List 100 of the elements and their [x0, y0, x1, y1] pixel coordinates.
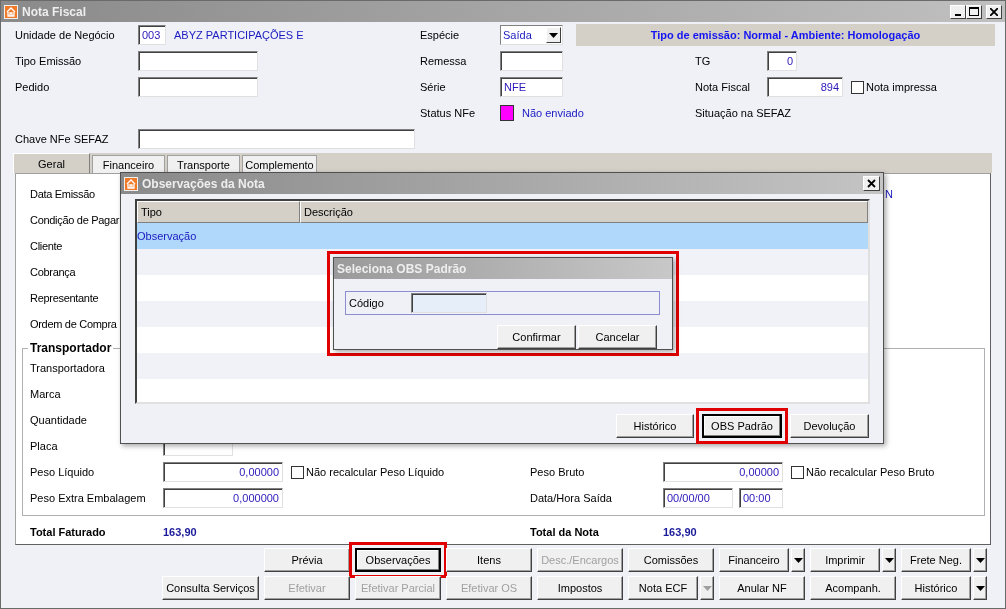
close-icon	[867, 179, 876, 188]
input-field[interactable]: 0,00000	[163, 462, 283, 482]
field-label: Condição de Pagar	[30, 214, 120, 226]
button[interactable]: OBS Padrão	[702, 414, 782, 438]
input-field[interactable]: 0	[767, 51, 797, 71]
input-field[interactable]: 00/00/00	[663, 488, 733, 508]
checkbox[interactable]	[791, 465, 804, 479]
button[interactable]: Frete Neg.	[901, 548, 971, 572]
input-field[interactable]	[411, 293, 487, 313]
input-field[interactable]: 00:00	[739, 488, 783, 508]
input-field[interactable]: 0,00000	[663, 462, 783, 482]
field-label: Peso Extra Embalagem	[30, 492, 146, 504]
group-title: Transportador	[29, 341, 113, 355]
close-button[interactable]	[986, 4, 1002, 19]
input-field[interactable]	[138, 77, 258, 97]
checkbox-label: Não recalcular Peso Líquido	[306, 466, 445, 478]
dropdown-button[interactable]	[791, 548, 805, 572]
field-label: Peso Bruto	[530, 466, 585, 478]
field-label: Placa	[30, 440, 58, 452]
field-label: Cliente	[30, 240, 63, 252]
field-label: Ordem de Compra	[30, 318, 117, 330]
minimize-icon	[955, 13, 961, 16]
caret-icon	[549, 32, 558, 38]
minimize-button[interactable]	[950, 4, 966, 19]
input-field[interactable]: NFE	[500, 77, 563, 97]
field-label: Data/Hora Saída	[530, 492, 612, 504]
tab[interactable]: Transporte	[167, 155, 240, 173]
input-field[interactable]: 894	[767, 77, 843, 97]
checkbox[interactable]	[291, 465, 304, 479]
status-value: Não enviado	[522, 107, 584, 119]
environment-banner: Tipo de emissão: Normal - Ambiente: Homologação	[576, 24, 995, 46]
input-field[interactable]: 0,000000	[163, 488, 283, 508]
dropdown-button[interactable]	[973, 548, 987, 572]
close-button[interactable]	[863, 176, 880, 191]
dropdown-button[interactable]	[973, 576, 987, 600]
field-value: N	[885, 188, 894, 200]
dialog-title: Seleciona OBS Padrão	[337, 261, 467, 276]
checkbox-label: Não recalcular Peso Bruto	[806, 466, 935, 478]
total-label: Total Faturado	[30, 526, 106, 538]
button[interactable]: Itens	[446, 548, 532, 572]
code-field[interactable]: 003	[138, 25, 166, 45]
especie-select[interactable]: Saída	[500, 25, 563, 45]
button[interactable]: Devolução	[790, 414, 869, 438]
app-icon	[124, 176, 138, 191]
field-label: Espécie	[420, 29, 460, 41]
button[interactable]: Prévia	[264, 548, 350, 572]
field-label: Pedido	[15, 81, 50, 93]
checkbox-label: Nota impressa	[866, 81, 937, 93]
close-icon	[990, 7, 998, 16]
table-row[interactable]: Observação	[137, 223, 868, 249]
field-label: Status NFe	[420, 107, 476, 119]
button[interactable]: Consulta Serviços	[162, 576, 259, 600]
button[interactable]: Anular NF	[719, 576, 805, 600]
button[interactable]: Histórico	[616, 414, 694, 438]
input-field[interactable]	[138, 51, 258, 71]
caret-icon	[793, 557, 803, 563]
field-label: Unidade de Negócio	[15, 29, 115, 41]
button[interactable]: Impostos	[537, 576, 623, 600]
checkbox[interactable]	[851, 80, 864, 94]
field-label: TG	[695, 55, 711, 67]
button[interactable]: Observações	[355, 548, 441, 572]
input-field[interactable]	[500, 51, 563, 71]
maximize-button[interactable]	[966, 4, 982, 19]
table-cell: Observação	[137, 230, 197, 242]
field-label: Cobrança	[30, 266, 76, 278]
total-value: 163,90	[163, 526, 198, 538]
field-label: Marca	[30, 388, 61, 400]
button[interactable]: Acompanh.	[810, 576, 896, 600]
button[interactable]: Confirmar	[497, 325, 576, 349]
button[interactable]: Imprimir	[810, 548, 880, 572]
field-label: Transportadora	[30, 362, 105, 374]
field-label: Remessa	[420, 55, 467, 67]
tab[interactable]: Geral	[13, 153, 90, 173]
caret-icon	[975, 557, 985, 563]
field-label: Representante	[30, 292, 99, 304]
button[interactable]: Financeiro	[719, 548, 789, 572]
total-label: Total da Nota	[530, 526, 599, 538]
tab[interactable]: Complemento	[242, 155, 317, 173]
caret-icon	[702, 585, 712, 591]
field-label: Série	[420, 81, 446, 93]
button[interactable]: Histórico	[901, 576, 971, 600]
field-label: Data Emissão	[30, 188, 95, 200]
button[interactable]: Cancelar	[578, 325, 657, 349]
maximize-icon	[969, 7, 979, 16]
tab[interactable]: Financeiro	[92, 155, 165, 173]
input-field[interactable]	[138, 129, 415, 149]
window-title: Nota Fiscal	[22, 4, 87, 19]
dialog-title: Observações da Nota	[142, 176, 266, 191]
field-label: Chave NFe SEFAZ	[15, 133, 109, 145]
field-label: Código	[349, 297, 385, 309]
column-header: Descrição	[300, 201, 868, 223]
total-value: 163,90	[663, 526, 698, 538]
app-icon	[4, 4, 18, 19]
company-name: ABYZ PARTICIPAÇÕES E	[174, 29, 304, 41]
caret-icon	[884, 557, 894, 563]
field-label: Quantidade	[30, 414, 87, 426]
button[interactable]: Comissões	[628, 548, 714, 572]
button[interactable]: Nota ECF	[628, 576, 698, 600]
dropdown-button[interactable]	[882, 548, 896, 572]
field-label: Nota Fiscal	[695, 81, 751, 93]
